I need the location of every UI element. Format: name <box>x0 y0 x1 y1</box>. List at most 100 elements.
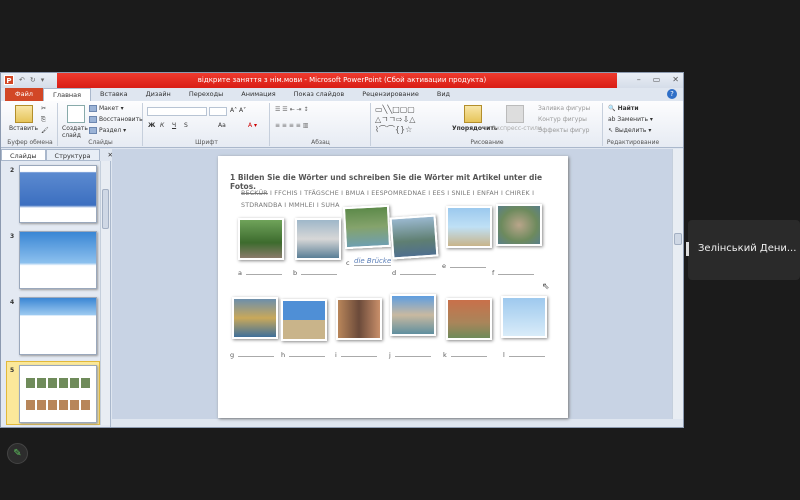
label-e: e <box>442 262 486 270</box>
grow-font-button[interactable]: A˄ A˅ <box>230 107 246 114</box>
shape-fill-button[interactable]: Заливка фигуры <box>538 105 590 112</box>
font-group: A˄ A˅ Ж К Ч S Aa A ▾ Шрифт <box>144 103 270 146</box>
copy-icon[interactable]: ⎘ <box>41 116 46 124</box>
slide-thumbnail-4[interactable] <box>19 297 97 355</box>
undo-icon[interactable]: ↶ <box>19 76 25 84</box>
clipboard-group: Вставить ✂ ⎘ 🖌 Буфер обмена <box>3 103 58 146</box>
label-b: b <box>293 269 338 277</box>
font-size-select[interactable] <box>209 107 227 116</box>
tab-file[interactable]: Файл <box>5 88 43 101</box>
minimize-button[interactable]: – <box>637 75 641 84</box>
label-l: l <box>503 351 545 359</box>
select-button[interactable]: ↖ Выделить ▾ <box>608 127 651 134</box>
format-painter-icon[interactable]: 🖌 <box>41 127 49 134</box>
slide-thumbnail-3[interactable] <box>19 231 97 289</box>
photo-a <box>238 218 284 260</box>
customize-qat-icon[interactable]: ▾ <box>41 76 45 84</box>
group-label: Редактирование <box>606 139 660 146</box>
maximize-button[interactable]: ▭ <box>653 75 661 84</box>
annotate-pencil-button[interactable]: ✎ <box>7 443 28 464</box>
slide-thumbnail-2[interactable] <box>19 165 97 223</box>
label-a: a <box>238 269 282 277</box>
layout-button[interactable]: Макет ▾ <box>89 105 124 112</box>
paste-button[interactable]: Вставить <box>9 125 38 132</box>
quick-access-toolbar: P ↶ ↻ ▾ <box>4 75 44 85</box>
quick-styles-button[interactable]: Экспресс-стили <box>492 125 542 132</box>
align-buttons[interactable]: ≡ ≡ ≡ ≡ ▥ <box>275 122 308 129</box>
new-slide-button[interactable]: Создать слайд <box>62 125 88 139</box>
label-i: i <box>335 351 377 359</box>
list-buttons[interactable]: ☰ ☰ ⇤ ⇥ ↕ <box>275 106 308 113</box>
tab-animation[interactable]: Анимация <box>232 88 284 101</box>
title-bar: відкрите заняття з нім.мови - Microsoft … <box>1 73 683 88</box>
close-button[interactable]: ✕ <box>672 75 679 84</box>
label-k: k <box>443 351 487 359</box>
tab-insert[interactable]: Вставка <box>91 88 137 101</box>
arrange-button[interactable]: Упорядочить <box>452 125 498 132</box>
tab-transitions[interactable]: Переходы <box>180 88 232 101</box>
struck-word: BECKÜR <box>241 190 268 197</box>
help-icon[interactable]: ? <box>667 89 677 99</box>
label-d: d <box>392 269 437 277</box>
new-slide-icon <box>67 105 85 123</box>
replace-button[interactable]: ab Заменить ▾ <box>608 116 653 123</box>
italic-button[interactable]: К <box>160 122 164 129</box>
tab-outline[interactable]: Структура <box>45 149 100 161</box>
arrange-icon <box>464 105 482 123</box>
slide-scrollbar[interactable] <box>672 149 683 419</box>
drawing-group: ▭╲╲□▢▢ △ㄱㄱ⇨⇩△ ⌇⌒⌒{}☆ Упорядочить Экспресс-… <box>372 103 603 146</box>
paste-icon <box>15 105 33 123</box>
quick-styles-icon <box>506 105 524 123</box>
underline-button[interactable]: Ч <box>172 122 176 129</box>
font-name-select[interactable] <box>147 107 207 116</box>
tab-review[interactable]: Рецензирование <box>353 88 428 101</box>
pane-scroll-thumb[interactable] <box>102 189 109 229</box>
label-f: f <box>492 269 535 277</box>
group-label: Рисование <box>470 139 504 146</box>
slide-scroll-thumb[interactable] <box>674 233 682 245</box>
shape-outline-button[interactable]: Контур фигуры <box>538 116 587 123</box>
slides-pane: 2 3 4 5 <box>1 161 111 427</box>
pane-scrollbar[interactable] <box>100 161 110 425</box>
cut-icon[interactable]: ✂ <box>41 105 46 112</box>
window-title: відкрите заняття з нім.мови - Microsoft … <box>197 76 487 84</box>
label-g: g <box>230 351 275 359</box>
shapes-gallery[interactable]: ▭╲╲□▢▢ △ㄱㄱ⇨⇩△ ⌇⌒⌒{}☆ <box>375 105 415 135</box>
section-button[interactable]: Раздел ▾ <box>89 127 126 134</box>
change-case-button[interactable]: Aa <box>218 122 226 129</box>
editing-group: 🔍 Найти ab Заменить ▾ ↖ Выделить ▾ Редак… <box>604 103 662 146</box>
redo-icon[interactable]: ↻ <box>30 76 36 84</box>
tab-slides[interactable]: Слайды <box>1 149 46 161</box>
photo-e <box>446 206 492 248</box>
tab-home[interactable]: Главная <box>42 88 92 101</box>
shape-effects-button[interactable]: Эффекты фигур <box>538 127 589 134</box>
label-c: c <box>346 259 350 267</box>
paragraph-group: ☰ ☰ ⇤ ⇥ ↕ ≡ ≡ ≡ ≡ ▥ Абзац <box>271 103 371 146</box>
slide-number: 4 <box>10 299 15 306</box>
participant-name: Зелінський Дени... <box>698 243 797 254</box>
group-label: Слайды <box>88 139 113 146</box>
group-label: Буфер обмена <box>7 139 53 146</box>
handwritten-answer: die Brücke <box>354 257 392 266</box>
photo-h <box>281 299 327 341</box>
font-color-button[interactable]: A ▾ <box>248 122 257 129</box>
participant-tile[interactable]: Зелінський Дени... <box>686 220 800 280</box>
photo-l <box>501 296 547 338</box>
bold-button[interactable]: Ж <box>148 122 155 129</box>
pencil-icon: ✎ <box>13 448 22 459</box>
current-slide[interactable]: 1 Bilden Sie die Wörter und schreiben Si… <box>218 156 568 418</box>
strikethrough-button[interactable]: S <box>184 122 188 129</box>
ribbon-tabs: Файл Главная Вставка Дизайн Переходы Ани… <box>1 88 683 101</box>
photo-c <box>342 204 392 250</box>
photo-g <box>232 297 278 339</box>
slide-number: 3 <box>10 233 15 240</box>
find-button[interactable]: 🔍 Найти <box>608 105 639 112</box>
photo-d <box>389 214 439 260</box>
reset-button[interactable]: Восстановить <box>89 116 143 123</box>
tab-design[interactable]: Дизайн <box>137 88 180 101</box>
ribbon: Вставить ✂ ⎘ 🖌 Буфер обмена Создать слай… <box>1 101 683 148</box>
tab-view[interactable]: Вид <box>428 88 459 101</box>
tab-slideshow[interactable]: Показ слайдов <box>285 88 354 101</box>
slide-thumbnail-5[interactable] <box>19 365 97 423</box>
group-label: Шрифт <box>195 139 218 146</box>
